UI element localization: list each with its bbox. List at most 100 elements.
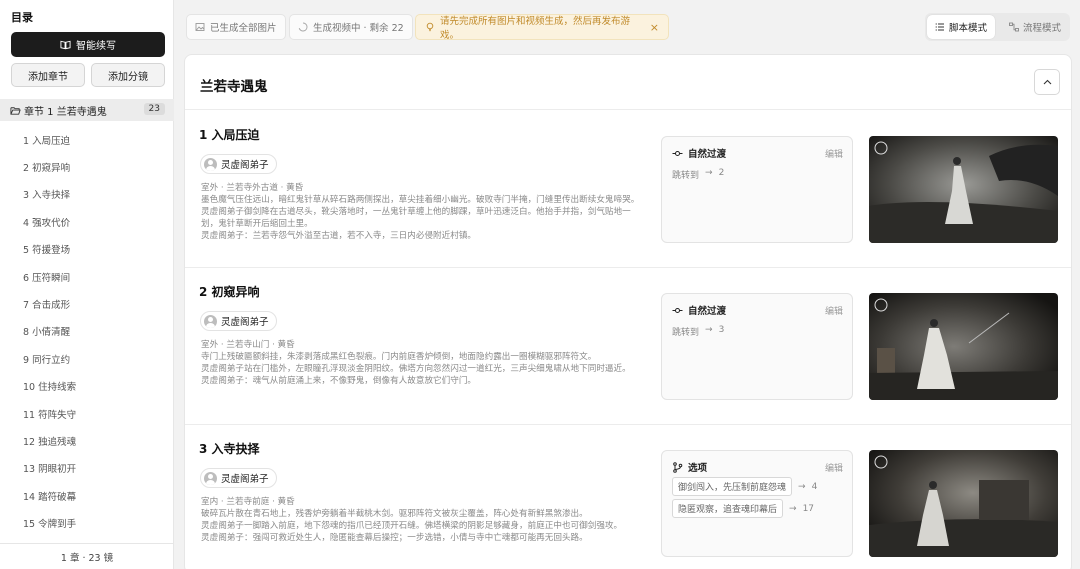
choice-option[interactable]: 御剑闯入，先压制前庭怨魂 → 4 (672, 477, 817, 496)
add-chapter-button[interactable]: 添加章节 (11, 63, 85, 87)
arrow-right-icon: → (705, 168, 713, 178)
script-mode-label: 脚本模式 (949, 23, 988, 34)
choice-option[interactable]: 隐匿观察，追查魂印幕后 → 17 (672, 499, 814, 518)
choice-target: 17 (802, 503, 815, 514)
generated-images-status[interactable]: 已生成全部图片 (186, 14, 286, 40)
jump-label: 跳转到 (672, 328, 700, 338)
choice-label: 御剑闯入，先压制前庭怨魂 (672, 477, 793, 496)
mode-switch: 脚本模式 流程模式 (925, 13, 1070, 41)
sidebar-item-shot[interactable]: 2 初窥异响 (0, 153, 174, 180)
character-name: 灵虚阁弟子 (221, 474, 269, 485)
choice-card[interactable]: 选项 编辑 御剑闯入，先压制前庭怨魂 → 4 隐匿观察，追查魂印幕后 → 17 (661, 450, 853, 557)
chapter-shot-count: 23 (143, 103, 165, 115)
sidebar-item-shot[interactable]: 9 同行立约 (0, 345, 174, 372)
folder-open-icon (10, 106, 21, 115)
scene-thumbnail[interactable] (869, 136, 1058, 243)
choice-type: 选项 (688, 463, 708, 474)
scene-line: 寺门上残破匾额斜挂，朱漆剥落成黑红色裂痕。门内前庭香炉倾倒，地面隐约露出一圈模糊… (201, 352, 597, 362)
sidebar-item-shot[interactable]: 4 强攻代价 (0, 208, 174, 235)
chevron-up-icon (1043, 79, 1051, 84)
choice-label: 隐匿观察，追查魂印幕后 (672, 499, 784, 518)
script-panel: 兰若寺遇鬼 1 入局压迫 灵虚阁弟子 室外 · 兰若寺外古道 · 黄昏 墨色魔气… (184, 54, 1072, 569)
scene-card[interactable]: 1 入局压迫 灵虚阁弟子 室外 · 兰若寺外古道 · 黄昏 墨色魔气压住远山，暗… (185, 111, 1071, 267)
add-shot-button[interactable]: 添加分镜 (91, 63, 165, 87)
sidebar-title: 目录 (11, 11, 33, 24)
scene-line: 灵虚阁弟子：魂气从前庭涌上来，不像野鬼，倒像有人故意放它们守门。 (201, 376, 477, 386)
jump-label: 跳转到 (672, 171, 700, 181)
chapter-title: 兰若寺遇鬼 (200, 79, 268, 95)
scene-line: 灵虚阁弟子站在门槛外，左眼瞳孔浮现淡金阴阳纹。佛塔方向忽然闪过一道红光，三声尖细… (201, 364, 631, 374)
close-icon[interactable]: × (650, 21, 659, 34)
choice-header: 选项 (672, 460, 707, 474)
edit-button[interactable]: 编辑 (825, 461, 843, 474)
sidebar-item-shot[interactable]: 3 入寺抉择 (0, 181, 174, 208)
scene-line: 室外 · 兰若寺外古道 · 黄昏 (201, 183, 304, 193)
scene-script: 室内 · 兰若寺前庭 · 黄昏 破碎瓦片散在青石地上，残香炉旁躺着半截桃木剑。驱… (201, 496, 645, 544)
character-chip[interactable]: 灵虚阁弟子 (200, 311, 277, 331)
image-icon (195, 23, 205, 31)
sidebar-item-shot[interactable]: 15 令牌到手 (0, 509, 174, 536)
scene-line: 室外 · 兰若寺山门 · 黄昏 (201, 340, 295, 350)
choice-target: 4 (811, 481, 818, 492)
smart-continue-label: 智能续写 (76, 41, 116, 52)
list-icon (935, 23, 944, 31)
character-name: 灵虚阁弟子 (221, 160, 269, 171)
script-mode-button[interactable]: 脚本模式 (927, 15, 996, 39)
sidebar-item-shot[interactable]: 12 独追残魂 (0, 427, 174, 454)
loading-icon (298, 22, 308, 32)
jump-target[interactable]: 跳转到 → 3 (672, 325, 724, 338)
scene-line: 灵虚阁弟子一脚踏入前庭，地下怨魂的指爪已经顶开石缝。佛塔横梁的阴影足够藏身，前庭… (201, 521, 623, 531)
smart-continue-button[interactable]: 智能续写 (11, 32, 165, 57)
lightbulb-icon (426, 22, 434, 32)
sidebar-item-shot[interactable]: 1 入局压迫 (0, 126, 174, 153)
commit-icon (672, 307, 683, 313)
sidebar-item-shot[interactable]: 5 符援登场 (0, 236, 174, 263)
sidebar-item-shot[interactable]: 13 阴眼初开 (0, 455, 174, 482)
sidebar-item-shot[interactable]: 11 符阵失守 (0, 400, 174, 427)
video-generation-status[interactable]: 生成视频中 · 剩余 22 (289, 14, 413, 40)
flow-icon (1009, 22, 1019, 32)
scene-line: 灵虚阁弟子御剑降在古道尽头，靴尖落地时，一丛鬼针草缠上他的脚踝，草叶迅速泛白。他… (201, 207, 631, 229)
generated-images-label: 已生成全部图片 (210, 23, 277, 34)
transition-type: 自然过渡 (688, 149, 727, 160)
scene-thumbnail[interactable] (869, 293, 1058, 400)
scene-title: 2 初窥异响 (199, 285, 260, 299)
avatar (204, 157, 217, 171)
warning-text: 请先完成所有图片和视频生成，然后再发布游戏。 (440, 16, 631, 41)
scene-line: 灵虚阁弟子：强闯可救近处生人，隐匿能查幕后操控；一步选错，小倩与寺中亡魂都可能再… (201, 533, 588, 543)
scene-title: 1 入局压迫 (199, 128, 260, 142)
transition-header: 自然过渡 (672, 146, 726, 160)
transition-header: 自然过渡 (672, 303, 726, 317)
avatar (204, 471, 217, 485)
sidebar: 目录 智能续写 添加章节 添加分镜 章节 1 兰若寺遇鬼 23 1 入局压迫 2… (0, 0, 174, 569)
sidebar-chapter-1[interactable]: 章节 1 兰若寺遇鬼 23 (0, 99, 174, 121)
sidebar-footer-summary: 1 章 · 23 镜 (0, 543, 174, 569)
scene-line: 灵虚阁弟子：兰若寺怨气外溢至古道，若不入寺，三日内必侵附近村镇。 (201, 231, 477, 241)
scene-line: 墨色魔气压住远山，暗红鬼针草从碎石路两侧探出，草尖挂着细小幽光。破败寺门半掩，门… (201, 195, 640, 205)
sidebar-item-shot[interactable]: 8 小倩清醒 (0, 318, 174, 345)
scene-card[interactable]: 2 初窥异响 灵虚阁弟子 室外 · 兰若寺山门 · 黄昏 寺门上残破匾额斜挂，朱… (185, 268, 1071, 424)
divider (185, 109, 1071, 110)
jump-target-number: 3 (718, 325, 725, 335)
transition-card[interactable]: 自然过渡 编辑 跳转到 → 2 (661, 136, 853, 243)
scene-thumbnail[interactable] (869, 450, 1058, 557)
edit-button[interactable]: 编辑 (825, 147, 843, 160)
transition-card[interactable]: 自然过渡 编辑 跳转到 → 3 (661, 293, 853, 400)
scene-script: 室外 · 兰若寺山门 · 黄昏 寺门上残破匾额斜挂，朱漆剥落成黑红色裂痕。门内前… (201, 339, 645, 387)
sidebar-item-shot[interactable]: 6 压符瞬间 (0, 263, 174, 290)
branch-icon (673, 461, 683, 473)
avatar (204, 314, 217, 328)
character-chip[interactable]: 灵虚阁弟子 (200, 468, 277, 488)
jump-target[interactable]: 跳转到 → 2 (672, 168, 724, 181)
character-chip[interactable]: 灵虚阁弟子 (200, 154, 277, 174)
scene-line: 破碎瓦片散在青石地上，残香炉旁躺着半截桃木剑。驱邪阵符文被灰尘覆盖，阵心处有新鲜… (201, 509, 588, 519)
sidebar-item-shot[interactable]: 7 合击成形 (0, 290, 174, 317)
sidebar-item-shot[interactable]: 14 踏符破幕 (0, 482, 174, 509)
edit-button[interactable]: 编辑 (825, 304, 843, 317)
jump-target-number: 2 (718, 168, 725, 178)
sidebar-item-shot[interactable]: 10 住持线索 (0, 373, 174, 400)
scene-card[interactable]: 3 入寺抉择 灵虚阁弟子 室内 · 兰若寺前庭 · 黄昏 破碎瓦片散在青石地上，… (185, 425, 1071, 569)
flow-mode-button[interactable]: 流程模式 (1001, 15, 1069, 39)
video-status-label: 生成视频中 · 剩余 22 (313, 23, 404, 34)
collapse-button[interactable] (1034, 69, 1060, 95)
